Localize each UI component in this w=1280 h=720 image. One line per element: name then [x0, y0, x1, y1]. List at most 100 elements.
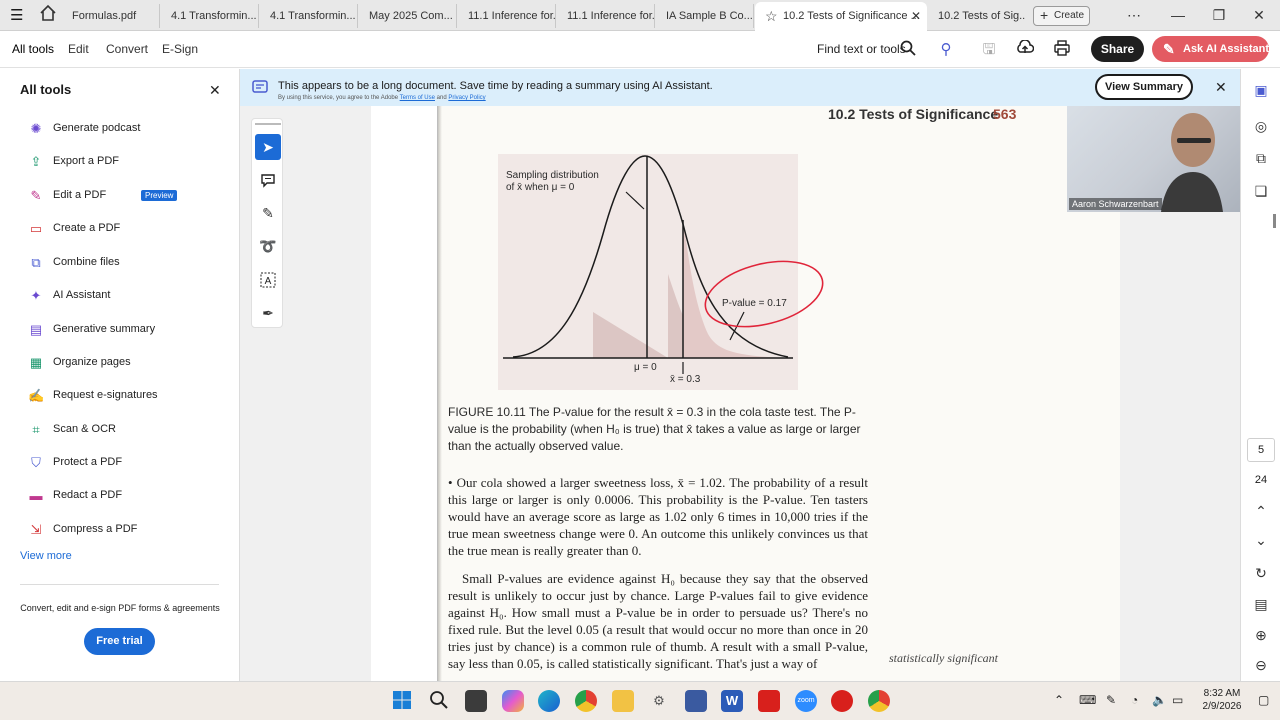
- close-panel-icon[interactable]: ✕: [209, 82, 221, 99]
- ai-tools-icon[interactable]: ⚲: [936, 40, 956, 60]
- privacy-link[interactable]: Privacy Policy: [448, 95, 485, 101]
- volume-icon[interactable]: 🔈: [1152, 693, 1167, 707]
- tool-ai-assistant[interactable]: ✦ AI Assistant: [28, 287, 228, 307]
- create-label: Create: [1054, 10, 1085, 21]
- zoom-icon[interactable]: zoom: [795, 690, 817, 712]
- word-icon[interactable]: W: [721, 690, 743, 712]
- highlight-tool-icon[interactable]: ✎: [255, 200, 281, 226]
- copilot-icon[interactable]: [502, 690, 524, 712]
- acrobat-icon[interactable]: [758, 690, 780, 712]
- wifi-icon[interactable]: ◔: [1131, 693, 1138, 707]
- close-tab-icon[interactable]: ✕: [911, 2, 921, 31]
- tool-redact-pdf[interactable]: ▬ Redact a PDF: [28, 487, 228, 507]
- share-button[interactable]: Share: [1091, 36, 1144, 62]
- comment-tool-icon[interactable]: [255, 167, 281, 193]
- tab-may-2025[interactable]: May 2025 Com...: [359, 4, 457, 28]
- star-icon[interactable]: ☆: [765, 2, 778, 31]
- toolbar-grip[interactable]: [255, 123, 281, 125]
- annotation-toolbar: ➤ ✎ ➰ A ✒: [251, 118, 283, 328]
- tool-scan-ocr[interactable]: ⌗ Scan & OCR: [28, 421, 228, 441]
- rotate-icon[interactable]: ↻: [1251, 563, 1271, 583]
- select-tool-icon[interactable]: ➤: [255, 134, 281, 160]
- draw-tool-icon[interactable]: ➰: [255, 233, 281, 259]
- tool-export-pdf[interactable]: ⇪ Export a PDF: [28, 153, 228, 173]
- print-icon[interactable]: [1052, 40, 1072, 60]
- view-more-link[interactable]: View more: [20, 550, 72, 562]
- view-summary-button[interactable]: View Summary: [1095, 74, 1193, 100]
- acrobat-reader-icon[interactable]: [831, 690, 853, 712]
- tool-podcast[interactable]: ✺ Generate podcast: [28, 120, 228, 140]
- create-tab-button[interactable]: + Create: [1033, 6, 1090, 26]
- page-display-icon[interactable]: ▤: [1251, 594, 1271, 614]
- free-trial-button[interactable]: Free trial: [84, 628, 155, 655]
- tab-tests-of-significance-active[interactable]: ☆ 10.2 Tests of Significance ... ✕: [755, 2, 927, 31]
- tool-organize-pages[interactable]: ▦ Organize pages: [28, 354, 228, 374]
- app-icon[interactable]: [685, 690, 707, 712]
- menu-esign[interactable]: E-Sign: [162, 42, 198, 56]
- zoom-in-icon[interactable]: ⊕: [1251, 625, 1271, 645]
- find-text-or-tools[interactable]: Find text or tools: [817, 42, 906, 56]
- save-icon[interactable]: 🖫: [979, 40, 999, 60]
- menu-icon[interactable]: ☰: [10, 6, 23, 24]
- bookmarks-icon[interactable]: ⧉: [1251, 148, 1271, 168]
- upload-icon[interactable]: [1015, 39, 1035, 60]
- language-icon[interactable]: ⌨: [1079, 693, 1096, 707]
- tool-combine-files[interactable]: ⧉ Combine files: [28, 254, 228, 274]
- tab-transforming-2[interactable]: 4.1 Transformin...: [260, 4, 358, 28]
- tab-transforming-1[interactable]: 4.1 Transformin...: [161, 4, 259, 28]
- close-window-icon[interactable]: ✕: [1244, 3, 1274, 27]
- home-icon[interactable]: [39, 4, 57, 24]
- tool-compress-pdf[interactable]: ⇲ Compress a PDF: [28, 521, 228, 541]
- menu-convert[interactable]: Convert: [106, 42, 148, 56]
- tool-edit-pdf[interactable]: ✎ Edit a PDF: [28, 187, 228, 207]
- webcam-overlay[interactable]: Aaron Schwarzenbart: [1067, 106, 1253, 212]
- search-taskbar-icon[interactable]: [428, 690, 450, 712]
- tab-formulas[interactable]: Formulas.pdf: [62, 4, 160, 28]
- pages-icon[interactable]: ❏: [1251, 181, 1271, 201]
- task-view-icon[interactable]: [465, 690, 487, 712]
- tab-tests-of-significance-2[interactable]: 10.2 Tests of Sig...: [928, 4, 1026, 28]
- terms-link[interactable]: Terms of Use: [400, 95, 435, 101]
- comments-icon[interactable]: ◎: [1251, 116, 1271, 136]
- menu-all-tools[interactable]: All tools: [12, 42, 54, 56]
- pvalue-label: P-value = 0.17: [722, 298, 787, 309]
- notifications-icon[interactable]: ▢: [1258, 693, 1269, 707]
- ask-ai-assistant-button[interactable]: ✎ Ask AI Assistant: [1152, 36, 1269, 62]
- tab-inference-2[interactable]: 11.1 Inference for...: [557, 4, 655, 28]
- battery-icon[interactable]: ▭: [1172, 693, 1183, 707]
- edge-icon[interactable]: [538, 690, 560, 712]
- show-hidden-icons[interactable]: ⌃: [1054, 693, 1064, 707]
- tab-inference-1[interactable]: 11.1 Inference for...: [458, 4, 556, 28]
- ai-summary-sidebar-icon[interactable]: ▣: [1251, 80, 1271, 100]
- clock[interactable]: 8:32 AM 2/9/2026: [1198, 687, 1246, 713]
- windows-start-icon[interactable]: [391, 690, 413, 712]
- clock-date: 2/9/2026: [1202, 701, 1242, 712]
- previous-page-icon[interactable]: ⌃: [1251, 501, 1271, 521]
- search-icon[interactable]: [898, 40, 918, 60]
- legal-prefix: By using this service, you agree to the …: [278, 95, 399, 101]
- more-options-icon[interactable]: ⋯: [1119, 3, 1149, 27]
- text-tool-icon[interactable]: A: [255, 267, 281, 293]
- menu-edit[interactable]: Edit: [68, 42, 89, 56]
- running-head: 10.2 Tests of Significance: [828, 106, 999, 122]
- sign-tool-icon[interactable]: ✒: [255, 300, 281, 326]
- settings-icon[interactable]: ⚙: [648, 690, 670, 712]
- file-explorer-icon[interactable]: [612, 690, 634, 712]
- zoom-out-icon[interactable]: ⊖: [1251, 655, 1271, 675]
- minimize-icon[interactable]: —: [1163, 3, 1193, 27]
- chrome-icon[interactable]: [575, 690, 597, 712]
- tool-generative-summary[interactable]: ▤ Generative summary: [28, 321, 228, 341]
- restore-icon[interactable]: ❐: [1204, 3, 1234, 27]
- chrome-profile-icon[interactable]: [868, 690, 890, 712]
- pen-icon[interactable]: ✎: [1106, 693, 1116, 707]
- tool-label: Generate podcast: [53, 122, 141, 134]
- next-page-icon[interactable]: ⌄: [1251, 530, 1271, 550]
- current-page-input[interactable]: 5: [1247, 438, 1275, 462]
- scrollbar-thumb[interactable]: [1273, 214, 1276, 228]
- tool-request-signatures[interactable]: ✍ Request e-signatures: [28, 387, 228, 407]
- tab-ia-sample[interactable]: IA Sample B Co...: [656, 4, 754, 28]
- tool-protect-pdf[interactable]: ⛉ Protect a PDF: [28, 454, 228, 474]
- plus-icon: +: [1040, 7, 1049, 23]
- tool-create-pdf[interactable]: ▭ Create a PDF: [28, 220, 228, 240]
- close-banner-icon[interactable]: ✕: [1215, 79, 1227, 96]
